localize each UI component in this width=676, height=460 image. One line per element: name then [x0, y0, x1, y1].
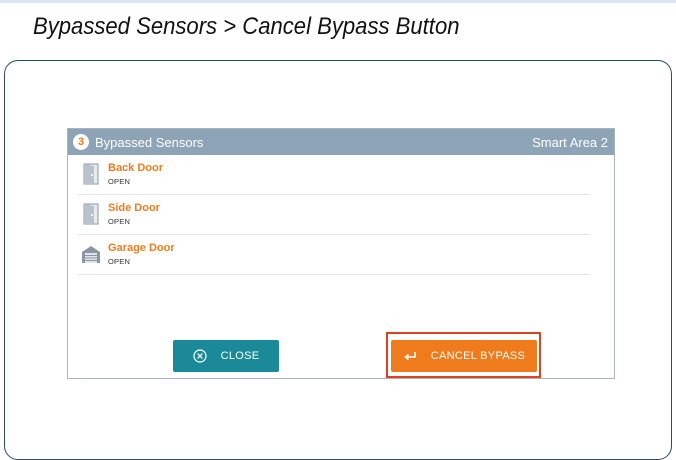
sensor-status: OPEN	[108, 217, 131, 226]
garage-icon	[81, 243, 101, 265]
sensor-count-badge: 3	[73, 134, 89, 150]
return-arrow-icon	[404, 352, 416, 361]
dialog-title: Bypassed Sensors	[95, 135, 204, 150]
sensor-row-side-door: Side Door OPEN	[78, 195, 590, 235]
document-heading: Bypassed Sensors > Cancel Bypass Button	[33, 13, 460, 40]
cancel-bypass-label: CANCEL BYPASS	[430, 350, 526, 362]
document-header-band: Bypassed Sensors > Cancel Bypass Button	[0, 0, 676, 50]
sensor-name: Garage Door	[108, 242, 175, 254]
sensor-list: Back Door OPEN Side Door OPEN Garage Doo…	[68, 155, 614, 275]
close-button-label: CLOSE	[220, 350, 260, 362]
sensor-name: Back Door	[108, 162, 164, 174]
cancel-bypass-button[interactable]: CANCEL BYPASS	[391, 340, 537, 372]
sensor-name: Side Door	[108, 202, 160, 214]
dialog-header: 3 Bypassed Sensors Smart Area 2	[68, 129, 614, 155]
door-icon	[81, 203, 101, 225]
close-button[interactable]: CLOSE	[173, 340, 279, 372]
smart-area-label: Smart Area 2	[532, 135, 608, 150]
sensor-status: OPEN	[108, 257, 131, 266]
sensor-row-back-door: Back Door OPEN	[78, 155, 590, 195]
sensor-row-garage-door: Garage Door OPEN	[78, 235, 590, 275]
door-icon	[81, 163, 101, 185]
close-circle-icon	[192, 349, 207, 363]
bypassed-sensors-dialog: 3 Bypassed Sensors Smart Area 2 Back Doo…	[67, 128, 615, 379]
sensor-status: OPEN	[108, 177, 131, 186]
